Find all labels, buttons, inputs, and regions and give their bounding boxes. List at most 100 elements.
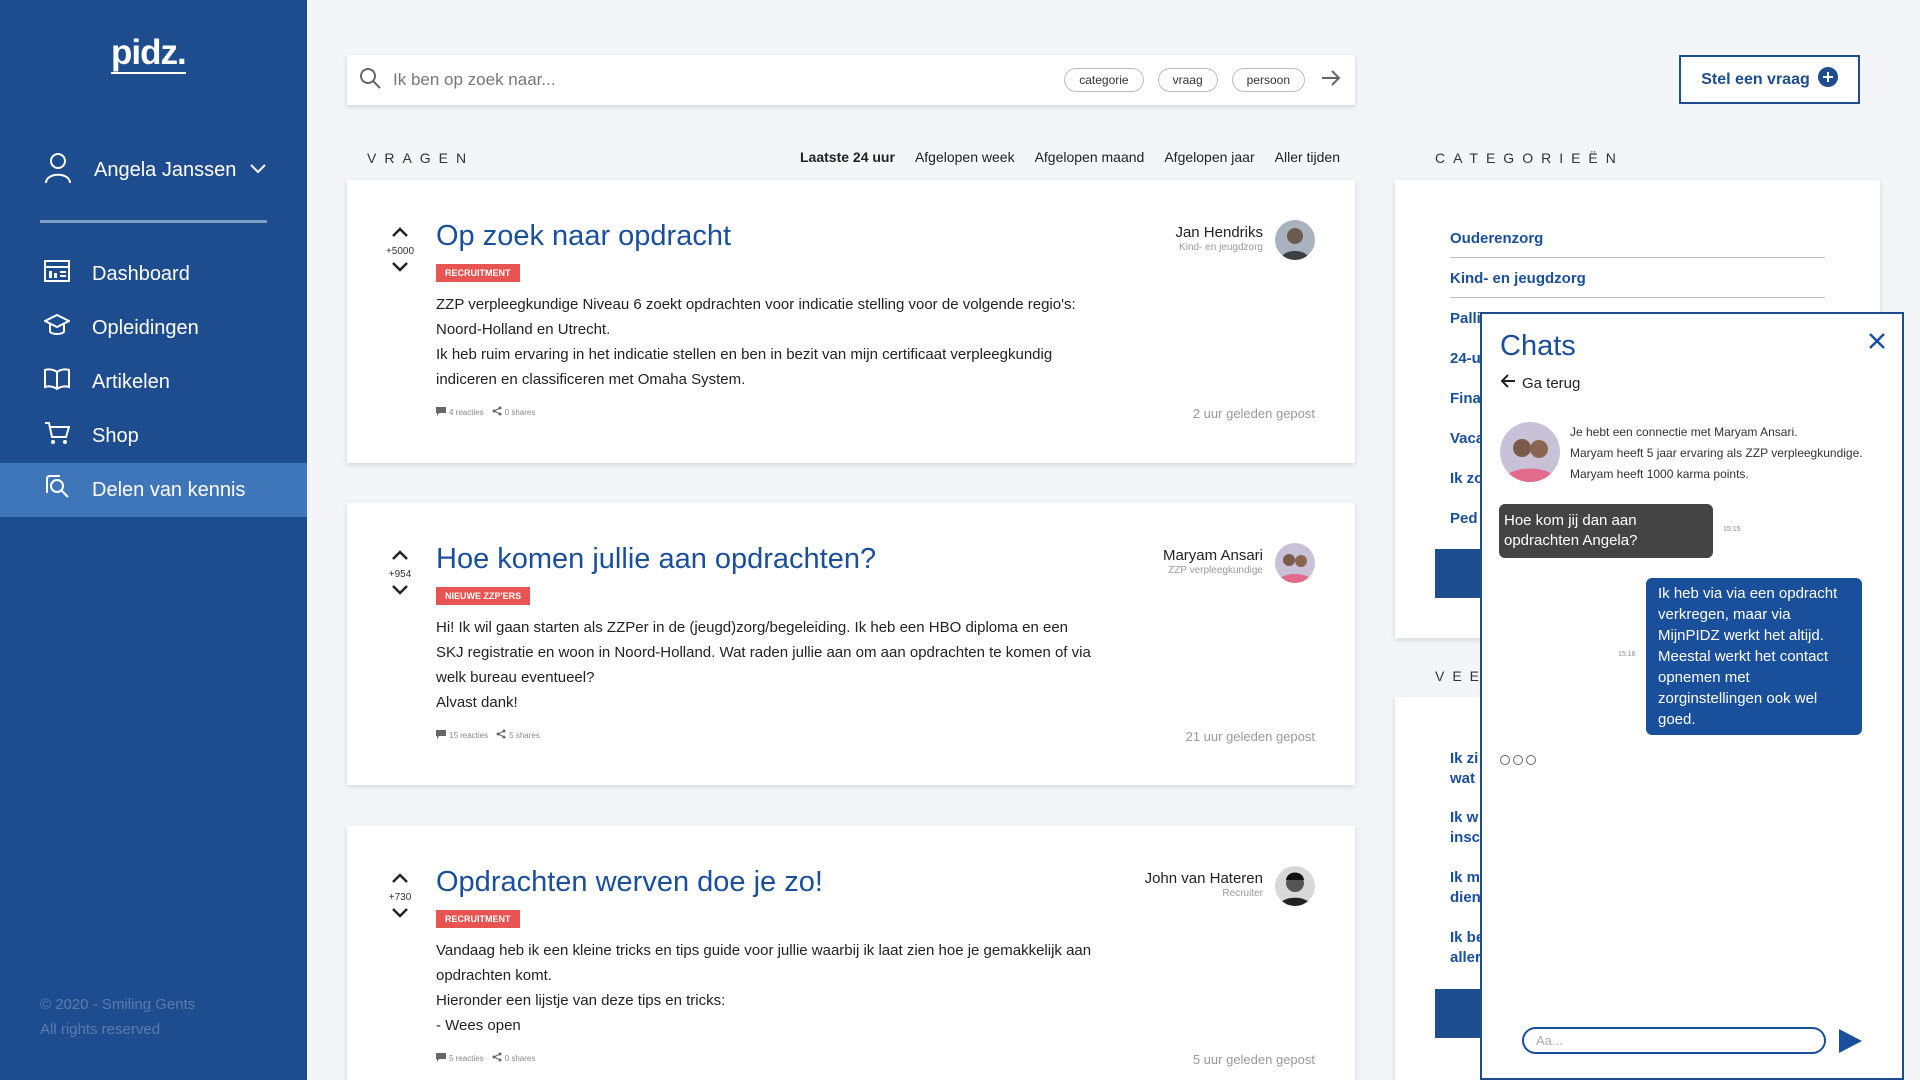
question-card: +730 Opdrachten werven doe je zo! RECRUI… <box>347 826 1355 1080</box>
category-link[interactable]: Kind- en jeugdzorg <box>1450 270 1825 298</box>
filter-all-time[interactable]: Aller tijden <box>1275 149 1340 165</box>
sidebar-item-label: Delen van kennis <box>92 478 246 501</box>
avatar[interactable] <box>1275 220 1315 260</box>
question-body-line: Ik heb ruim ervaring in het indicatie st… <box>436 346 1053 363</box>
send-icon[interactable] <box>1837 1028 1863 1059</box>
question-body: Hi! Ik wil gaan starten als ZZPer in de … <box>436 615 1136 715</box>
share-icon <box>492 1052 502 1064</box>
cart-icon <box>44 421 71 451</box>
copyright: © 2020 - Smiling Gents All rights reserv… <box>40 992 195 1042</box>
reactions-count[interactable]: 15 reacties <box>449 731 488 740</box>
sidebar-item-artikelen[interactable]: Artikelen <box>0 355 307 409</box>
category-badge[interactable]: RECRUITMENT <box>436 264 520 282</box>
upvote-icon[interactable] <box>385 871 415 889</box>
sidebar-item-label: Opleidingen <box>92 316 199 339</box>
popular-question-link[interactable]: Ik m dien <box>1450 868 1481 908</box>
filter-last-24h[interactable]: Laatste 24 uur <box>800 149 895 165</box>
share-icon <box>496 729 506 741</box>
plus-circle-icon <box>1817 67 1838 92</box>
shares-count[interactable]: 0 shares <box>505 408 536 417</box>
author-name: Maryam Ansari <box>1162 547 1263 564</box>
typing-indicator <box>1500 755 1539 765</box>
filter-last-month[interactable]: Afgelopen maand <box>1035 149 1145 165</box>
filter-last-year[interactable]: Afgelopen jaar <box>1164 149 1254 165</box>
shares-count[interactable]: 0 shares <box>505 1054 536 1063</box>
reactions-count[interactable]: 5 reacties <box>449 1054 484 1063</box>
question-meta: 15 reacties 5 shares <box>436 729 540 741</box>
question-body-line: indiceren en classificeren met Omaha Sys… <box>436 371 746 388</box>
author-name: John van Hateren <box>1144 870 1263 887</box>
close-icon[interactable] <box>1868 332 1886 355</box>
question-author[interactable]: Jan Hendriks Kind- en jeugdzorg <box>1175 220 1315 260</box>
upvote-icon[interactable] <box>385 225 415 243</box>
author-role: Recruiter <box>1222 888 1263 899</box>
reactions-count[interactable]: 4 reacties <box>449 408 484 417</box>
category-badge[interactable]: NIEUWE ZZP'ERS <box>436 587 531 605</box>
chevron-down-icon[interactable] <box>250 161 267 179</box>
question-card: +954 Hoe komen jullie aan opdrachten? NI… <box>347 503 1355 785</box>
shares-count[interactable]: 5 shares <box>509 731 540 740</box>
question-body-line: - Wees open <box>436 1017 521 1034</box>
sidebar-divider <box>40 220 267 223</box>
sidebar-item-dashboard[interactable]: Dashboard <box>0 247 307 301</box>
popular-question-line: Ik zi <box>1450 750 1479 767</box>
question-body-line: ZZP verpleegkundige Niveau 6 zoekt opdra… <box>436 296 1076 313</box>
connection-line: Maryam heeft 5 jaar ervaring als ZZP ver… <box>1570 446 1863 460</box>
chat-message-input[interactable]: Aa... <box>1522 1027 1826 1054</box>
vote-count: +5000 <box>385 246 415 257</box>
sidebar-item-opleidingen[interactable]: Opleidingen <box>0 301 307 355</box>
downvote-icon[interactable] <box>385 583 415 601</box>
avatar[interactable] <box>1275 866 1315 906</box>
question-author[interactable]: Maryam Ansari ZZP verpleegkundige <box>1163 543 1315 583</box>
back-button[interactable]: Ga terug <box>1500 374 1580 392</box>
message-time: 15:16 <box>1618 651 1636 658</box>
graduation-cap-icon <box>42 313 72 343</box>
downvote-icon[interactable] <box>385 906 415 924</box>
posted-time: 21 uur geleden gepost <box>1185 729 1315 744</box>
vote-control: +730 <box>385 871 415 924</box>
search-input[interactable]: Ik ben op zoek naar... <box>393 70 1064 90</box>
question-title[interactable]: Hoe komen jullie aan opdrachten? <box>436 543 876 576</box>
avatar[interactable] <box>1500 422 1560 482</box>
search-chat-icon <box>44 475 70 505</box>
vote-control: +954 <box>385 548 415 601</box>
question-body-line: Hi! Ik wil gaan starten als ZZPer in de … <box>436 619 1069 636</box>
author-name: Jan Hendriks <box>1175 224 1263 241</box>
arrow-right-icon[interactable] <box>1321 69 1341 91</box>
vote-count: +730 <box>388 892 412 903</box>
search-filter-persoon[interactable]: persoon <box>1231 68 1305 92</box>
popular-question-link[interactable]: Ik w insc <box>1450 808 1480 848</box>
comment-icon <box>436 406 446 418</box>
posted-time: 5 uur geleden gepost <box>1192 1052 1315 1067</box>
ask-question-button[interactable]: Stel een vraag <box>1679 55 1860 104</box>
search-filter-categorie[interactable]: categorie <box>1064 68 1144 92</box>
chat-panel: Chats Ga terug Je hebt een connectie met… <box>1480 312 1904 1080</box>
user-menu[interactable]: Angela Janssen <box>44 150 267 190</box>
popular-question-line: Ik w <box>1450 809 1479 826</box>
question-title[interactable]: Opdrachten werven doe je zo! <box>436 866 823 899</box>
search-icon <box>359 67 381 94</box>
author-role: Kind- en jeugdzorg <box>1179 242 1263 253</box>
question-body-line: opdrachten komt. <box>436 967 552 984</box>
search-bar: Ik ben op zoek naar... categorie vraag p… <box>347 55 1355 105</box>
filter-last-week[interactable]: Afgelopen week <box>915 149 1015 165</box>
sidebar-item-delen-van-kennis[interactable]: Delen van kennis <box>0 463 307 517</box>
vote-control: +5000 <box>385 225 415 278</box>
downvote-icon[interactable] <box>385 260 415 278</box>
user-icon <box>44 152 72 189</box>
logo[interactable]: pidz. <box>111 35 187 74</box>
question-title[interactable]: Op zoek naar opdracht <box>436 220 731 253</box>
category-badge[interactable]: RECRUITMENT <box>436 910 520 928</box>
author-role: ZZP verpleegkundige <box>1168 565 1263 576</box>
comment-icon <box>436 729 446 741</box>
sidebar-item-shop[interactable]: Shop <box>0 409 307 463</box>
search-filter-vraag[interactable]: vraag <box>1157 68 1218 92</box>
question-author[interactable]: John van Hateren Recruiter <box>1145 866 1315 906</box>
avatar[interactable] <box>1275 543 1315 583</box>
upvote-icon[interactable] <box>385 548 415 566</box>
categories-section-label: CATEGORIEËN <box>1435 150 1624 166</box>
category-link[interactable]: Ouderenzorg <box>1450 230 1825 258</box>
question-body-line: Noord-Holland en Utrecht. <box>436 321 611 338</box>
popular-question-link[interactable]: Ik zi wat <box>1450 749 1478 789</box>
sidebar-nav: Dashboard Opleidingen Artikelen Shop Del… <box>0 247 307 517</box>
